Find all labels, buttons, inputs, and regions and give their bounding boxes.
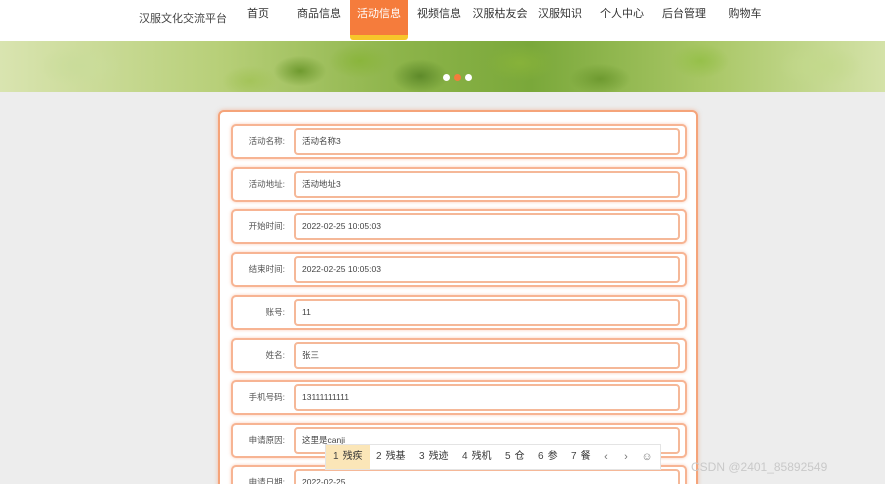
ime-candidate-text: 仓 (514, 451, 525, 462)
ime-candidate-text: 残疾 (342, 451, 363, 462)
ime-candidate-number: 5 (505, 451, 511, 462)
nav-item-admin[interactable]: 后台管理 (655, 0, 713, 35)
activity-application-form: 活动名称: 活动名称3 活动地址: 活动地址3 开始时间: 2022-02-25… (218, 110, 698, 484)
emoji-icon[interactable]: ☺ (639, 445, 655, 469)
banner-carousel (0, 41, 885, 92)
ime-candidate-number: 3 (419, 451, 425, 462)
start-time-input[interactable]: 2022-02-25 10:05:03 (294, 213, 680, 240)
phone-input[interactable]: 13111111111 (294, 384, 680, 411)
ime-candidate-number: 2 (376, 451, 382, 462)
phone-label: 手机号码: (248, 392, 285, 402)
nav-item-knowledge[interactable]: 汉服知识 (532, 0, 588, 35)
field-row-phone: 手机号码: 13111111111 (231, 380, 687, 415)
ime-candidate-bar: 1 残疾 2 残基 3 残迹 4 残机 5仓 6参 7餐 ‹ › ☺ (325, 444, 661, 470)
activity-name-input[interactable]: 活动名称3 (294, 128, 680, 155)
ime-candidate-1[interactable]: 1 残疾 (326, 445, 370, 469)
ime-candidate-number: 4 (462, 451, 468, 462)
chevron-left-icon[interactable]: ‹ (598, 445, 614, 469)
end-time-input[interactable]: 2022-02-25 10:05:03 (294, 256, 680, 283)
name-input[interactable]: 张三 (294, 342, 680, 369)
ime-candidate-number: 6 (538, 451, 544, 462)
ime-candidate-number: 7 (571, 451, 577, 462)
carousel-dot[interactable] (465, 74, 472, 81)
ime-candidate-text: 残机 (471, 451, 492, 462)
field-row-activity-name: 活动名称: 活动名称3 (231, 124, 687, 159)
chevron-right-icon[interactable]: › (618, 445, 634, 469)
nav-item-personal-center[interactable]: 个人中心 (590, 0, 654, 35)
apply-date-input[interactable]: 2022-02-25 (294, 469, 680, 484)
ime-candidate-6[interactable]: 6参 (531, 445, 565, 469)
nav-item-home[interactable]: 首页 (229, 0, 287, 35)
account-input[interactable]: 11 (294, 299, 680, 326)
field-row-account: 账号: 11 (231, 295, 687, 330)
field-row-end-time: 结束时间: 2022-02-25 10:05:03 (231, 252, 687, 287)
ime-candidate-2[interactable]: 2 残基 (369, 445, 413, 469)
ime-candidate-3[interactable]: 3 残迹 (412, 445, 456, 469)
nav-item-products[interactable]: 商品信息 (290, 0, 348, 35)
activity-name-label: 活动名称: (248, 136, 285, 146)
reason-label: 申请原因: (248, 435, 285, 445)
ime-candidate-4[interactable]: 4 残机 (455, 445, 499, 469)
top-navbar: 汉服文化交流平台 首页 商品信息 活动信息 视频信息 汉服枯友会 汉服知识 个人… (0, 0, 885, 41)
ime-candidate-text: 餐 (580, 451, 591, 462)
field-row-activity-address: 活动地址: 活动地址3 (231, 167, 687, 202)
ime-candidate-text: 残基 (385, 451, 406, 462)
field-row-start-time: 开始时间: 2022-02-25 10:05:03 (231, 209, 687, 244)
watermark: CSDN @2401_85892549 (691, 460, 828, 474)
ime-candidate-text: 残迹 (428, 451, 449, 462)
ime-candidate-7[interactable]: 7餐 (564, 445, 598, 469)
name-label: 姓名: (265, 350, 285, 360)
nav-item-cart[interactable]: 购物车 (716, 0, 774, 35)
activity-address-label: 活动地址: (248, 179, 285, 189)
ime-candidate-5[interactable]: 5仓 (498, 445, 532, 469)
nav-item-videos[interactable]: 视频信息 (410, 0, 468, 35)
carousel-dot-active[interactable] (454, 74, 461, 81)
account-label: 账号: (265, 307, 285, 317)
nav-item-activities[interactable]: 活动信息 (350, 0, 408, 40)
field-row-name: 姓名: 张三 (231, 338, 687, 373)
carousel-dot[interactable] (443, 74, 450, 81)
activity-address-input[interactable]: 活动地址3 (294, 171, 680, 198)
end-time-label: 结束时间: (248, 264, 285, 274)
nav-item-friends-club[interactable]: 汉服枯友会 (470, 0, 530, 35)
ime-candidate-text: 参 (547, 451, 558, 462)
apply-date-label: 申请日期: (248, 477, 285, 484)
site-title: 汉服文化交流平台 (139, 13, 227, 25)
ime-candidate-number: 1 (333, 451, 339, 462)
start-time-label: 开始时间: (248, 221, 285, 231)
